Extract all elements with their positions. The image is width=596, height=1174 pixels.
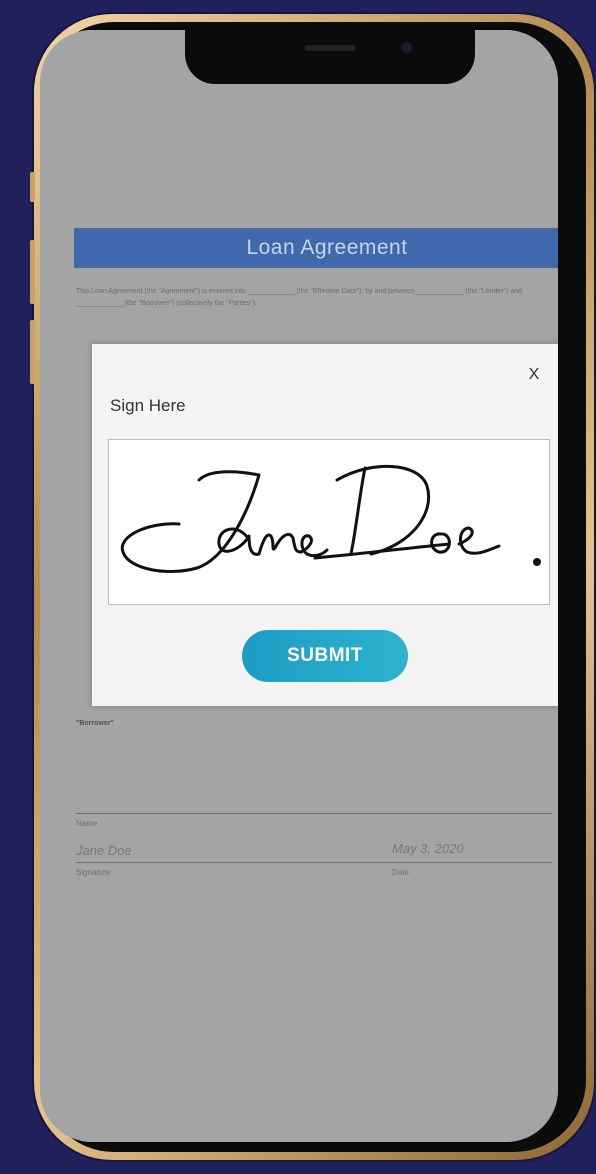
signature-modal: X Sign Here SUBMIT bbox=[92, 344, 558, 706]
phone-screen: Loan Agreement This Loan Agreement (the … bbox=[40, 30, 558, 1142]
name-caption: Name bbox=[76, 819, 98, 828]
front-camera bbox=[401, 42, 412, 53]
document-title: Loan Agreement bbox=[74, 228, 558, 268]
phone-notch bbox=[185, 30, 475, 84]
document-intro-text: This Loan Agreement (the "Agreement") is… bbox=[76, 288, 522, 307]
borrower-label: "Borrower" bbox=[76, 720, 114, 727]
name-line bbox=[76, 862, 552, 863]
close-button[interactable]: X bbox=[524, 366, 544, 384]
signature-line bbox=[76, 813, 552, 814]
signer-name: Jane Doe bbox=[76, 843, 132, 858]
submit-button[interactable]: SUBMIT bbox=[242, 630, 408, 682]
mute-switch bbox=[30, 172, 35, 202]
modal-title: Sign Here bbox=[110, 396, 186, 415]
speaker-grille bbox=[305, 45, 355, 51]
volume-up-button bbox=[30, 240, 35, 304]
volume-down-button bbox=[30, 320, 35, 384]
signature-caption: Signature bbox=[76, 868, 111, 877]
date-caption: Date bbox=[392, 868, 409, 877]
signature-pad[interactable] bbox=[108, 439, 550, 605]
signed-date: May 3, 2020 bbox=[392, 841, 464, 856]
handwritten-signature bbox=[120, 464, 541, 573]
